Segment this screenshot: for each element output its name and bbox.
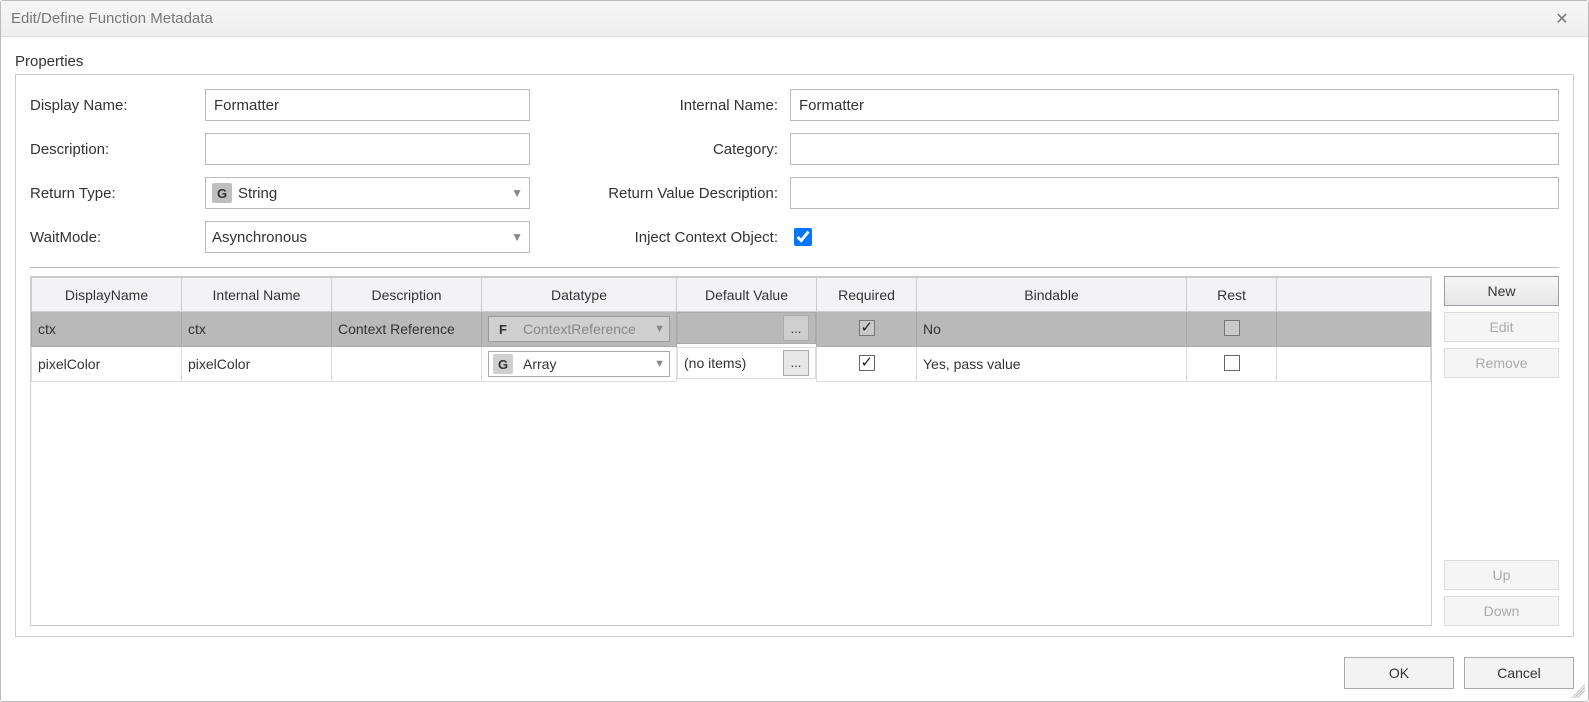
col-header[interactable]: Datatype: [482, 278, 677, 312]
col-header[interactable]: DisplayName: [32, 278, 182, 312]
resize-grip[interactable]: [1571, 684, 1585, 698]
down-button[interactable]: Down: [1444, 596, 1559, 626]
chevron-down-icon: ▼: [511, 186, 523, 200]
cell-default-value[interactable]: (no items)...: [677, 347, 816, 379]
cell-spacer: [1277, 312, 1431, 347]
titlebar: Edit/Define Function Metadata ✕: [1, 1, 1588, 37]
description-field[interactable]: [205, 133, 530, 165]
dialog-title: Edit/Define Function Metadata: [11, 10, 213, 27]
cell-required[interactable]: [817, 312, 917, 347]
wait-mode-select[interactable]: Asynchronous ▼: [205, 221, 530, 253]
params-table: DisplayName Internal Name Description Da…: [31, 277, 1431, 382]
edit-button[interactable]: Edit: [1444, 312, 1559, 342]
section-label: Properties: [15, 53, 1574, 70]
default-value-text: (no items): [684, 355, 777, 371]
side-buttons: New Edit Remove Up Down: [1444, 276, 1559, 626]
cell-required[interactable]: [817, 347, 917, 382]
default-value-picker-button[interactable]: ...: [783, 315, 809, 341]
cell-spacer: [1277, 347, 1431, 382]
required-checkbox[interactable]: [859, 355, 875, 371]
wait-mode-value: Asynchronous: [212, 229, 511, 246]
datatype-value: Array: [519, 356, 654, 372]
chevron-down-icon: ▼: [654, 323, 665, 335]
cell-bindable[interactable]: Yes, pass value: [917, 347, 1187, 382]
cell-rest[interactable]: [1187, 312, 1277, 347]
return-value-description-field[interactable]: [790, 177, 1559, 209]
cell-internal-name[interactable]: ctx: [182, 312, 332, 347]
col-header[interactable]: Bindable: [917, 278, 1187, 312]
col-header[interactable]: Required: [817, 278, 917, 312]
separator: [30, 267, 1559, 268]
return-type-badge: G: [212, 183, 232, 203]
table-row[interactable]: pixelColorpixelColor G Array▼ (no items)...…: [32, 347, 1431, 382]
internal-name-field[interactable]: [790, 89, 1559, 121]
required-checkbox[interactable]: [859, 320, 875, 336]
new-button[interactable]: New: [1444, 276, 1559, 306]
label-category: Category:: [570, 141, 790, 158]
cancel-button[interactable]: Cancel: [1464, 657, 1574, 689]
close-icon: ✕: [1555, 9, 1568, 29]
cell-datatype[interactable]: G Array▼: [482, 347, 677, 382]
label-wait-mode: WaitMode:: [30, 229, 205, 246]
datatype-select[interactable]: F ContextReference▼: [488, 316, 670, 342]
label-return-value-description: Return Value Description:: [570, 185, 790, 202]
cell-bindable[interactable]: No: [917, 312, 1187, 347]
rest-checkbox[interactable]: [1224, 320, 1240, 336]
datatype-select[interactable]: G Array▼: [488, 351, 670, 377]
cell-internal-name[interactable]: pixelColor: [182, 347, 332, 382]
cell-description[interactable]: Context Reference: [332, 312, 482, 347]
rest-checkbox[interactable]: [1224, 355, 1240, 371]
display-name-field[interactable]: [205, 89, 530, 121]
chevron-down-icon: ▼: [511, 230, 523, 244]
return-type-select[interactable]: G String ▼: [205, 177, 530, 209]
params-table-wrap: DisplayName Internal Name Description Da…: [30, 276, 1432, 626]
inject-context-checkbox[interactable]: [794, 228, 812, 246]
remove-button[interactable]: Remove: [1444, 348, 1559, 378]
label-return-type: Return Type:: [30, 185, 205, 202]
type-badge: G: [493, 354, 513, 374]
cell-rest[interactable]: [1187, 347, 1277, 382]
properties-box: Display Name: Internal Name: Description…: [15, 74, 1574, 637]
cell-default-value[interactable]: ...: [677, 312, 816, 344]
grid-area: DisplayName Internal Name Description Da…: [30, 276, 1559, 626]
cell-datatype[interactable]: F ContextReference▼: [482, 312, 677, 347]
col-header[interactable]: Internal Name: [182, 278, 332, 312]
chevron-down-icon: ▼: [654, 358, 665, 370]
table-row[interactable]: ctxctxContext ReferenceFContextReference…: [32, 312, 1431, 347]
label-internal-name: Internal Name:: [570, 97, 790, 114]
dialog: Edit/Define Function Metadata ✕ Properti…: [0, 0, 1589, 702]
datatype-value: ContextReference: [519, 321, 654, 337]
col-header[interactable]: Default Value: [677, 278, 817, 312]
footer: OK Cancel: [1, 647, 1588, 701]
label-display-name: Display Name:: [30, 97, 205, 114]
close-button[interactable]: ✕: [1546, 7, 1578, 31]
default-value-picker-button[interactable]: ...: [783, 350, 809, 376]
col-header-spacer: [1277, 278, 1431, 312]
col-header[interactable]: Description: [332, 278, 482, 312]
content: Properties Display Name: Internal Name: …: [1, 37, 1588, 647]
category-field[interactable]: [790, 133, 1559, 165]
return-type-value: String: [238, 185, 511, 202]
type-badge: F: [493, 319, 513, 339]
col-header[interactable]: Rest: [1187, 278, 1277, 312]
cell-description[interactable]: [332, 347, 482, 382]
cell-display-name[interactable]: pixelColor: [32, 347, 182, 382]
label-description: Description:: [30, 141, 205, 158]
up-button[interactable]: Up: [1444, 560, 1559, 590]
form-grid: Display Name: Internal Name: Description…: [30, 89, 1559, 253]
ok-button[interactable]: OK: [1344, 657, 1454, 689]
cell-display-name[interactable]: ctx: [32, 312, 182, 347]
label-inject-context: Inject Context Object:: [570, 229, 790, 246]
